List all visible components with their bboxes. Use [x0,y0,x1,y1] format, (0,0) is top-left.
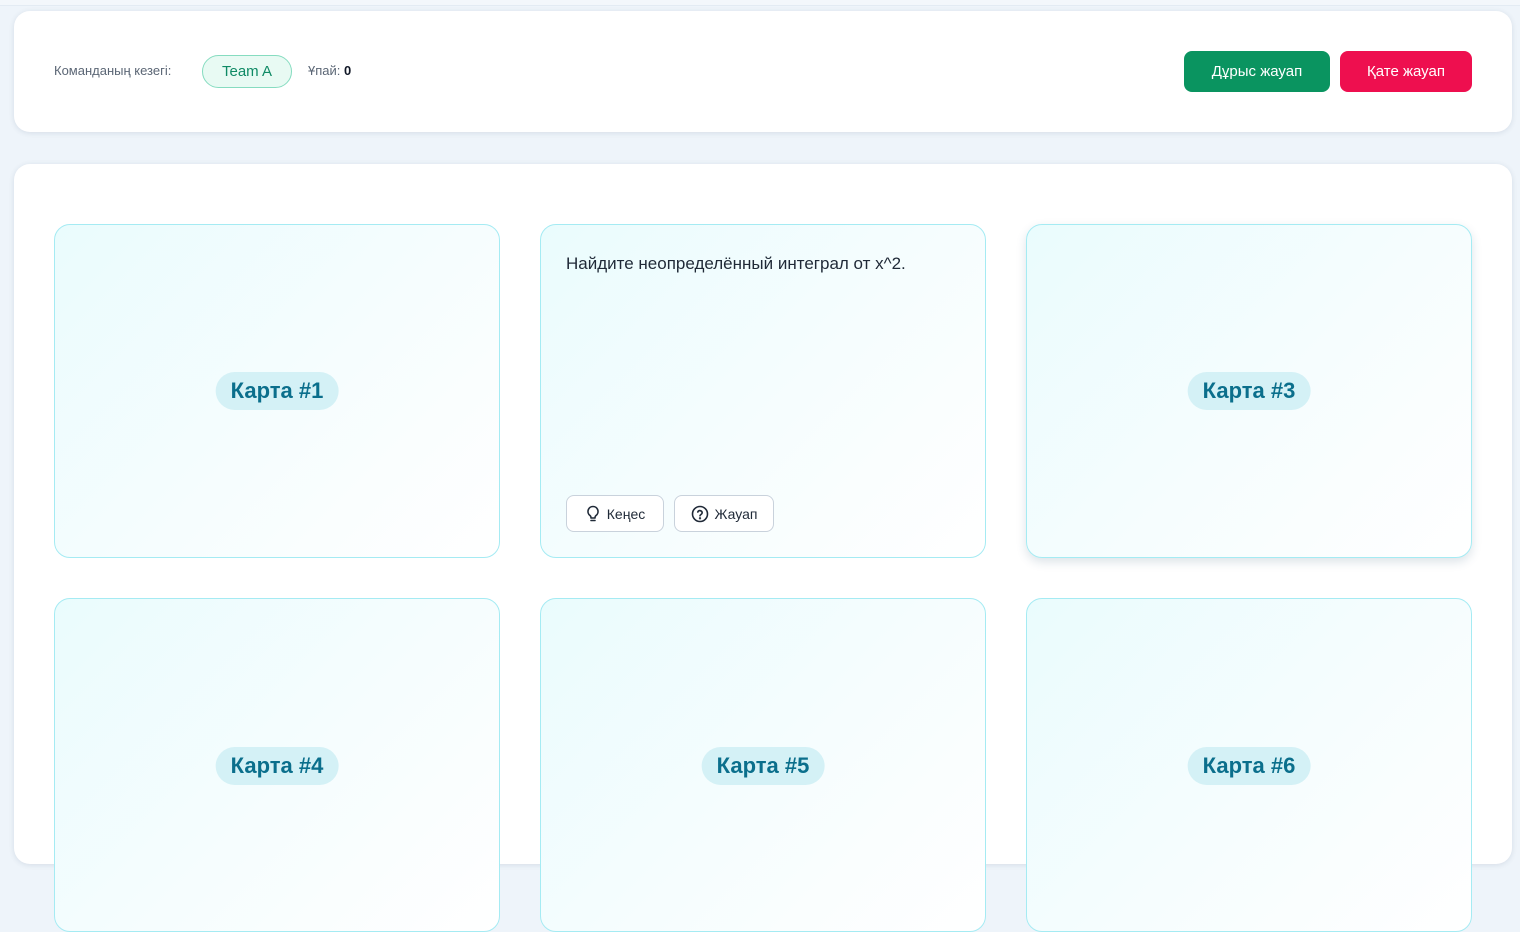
top-strip [0,0,1520,6]
card-2-open: Найдите неопределённый интеграл от x^2. … [540,224,986,558]
card-6[interactable]: Карта #6 [1026,598,1472,932]
score: Ұпай: 0 [308,63,351,78]
team-badge: Team A [202,55,292,88]
game-header: Команданың кезегі: Team A Ұпай: 0 Дұрыс … [14,11,1512,132]
hint-button-label: Кеңес [606,505,646,522]
wrong-answer-button[interactable]: Қате жауап [1340,51,1472,92]
answer-button[interactable]: Жауап [674,495,774,532]
card-label: Карта #4 [215,747,339,785]
turn-label: Команданың кезегі: [54,63,172,78]
card-1[interactable]: Карта #1 [54,224,500,558]
card-label: Карта #1 [215,372,339,410]
answer-button-label: Жауап [714,505,758,522]
correct-answer-button[interactable]: Дұрыс жауап [1184,51,1330,92]
card-label: Карта #5 [701,747,825,785]
score-label: Ұпай: [308,63,341,78]
lightbulb-icon [585,505,601,523]
card-label: Карта #3 [1187,372,1311,410]
card-4[interactable]: Карта #4 [54,598,500,932]
card-5[interactable]: Карта #5 [540,598,986,932]
hint-button[interactable]: Кеңес [566,495,664,532]
card-label: Карта #6 [1187,747,1311,785]
card-board: Карта #1 Найдите неопределённый интеграл… [14,164,1512,932]
card-question: Найдите неопределённый интеграл от x^2. [566,254,906,273]
score-value: 0 [344,63,352,78]
card-3[interactable]: Карта #3 [1026,224,1472,558]
question-circle-icon [691,505,709,523]
